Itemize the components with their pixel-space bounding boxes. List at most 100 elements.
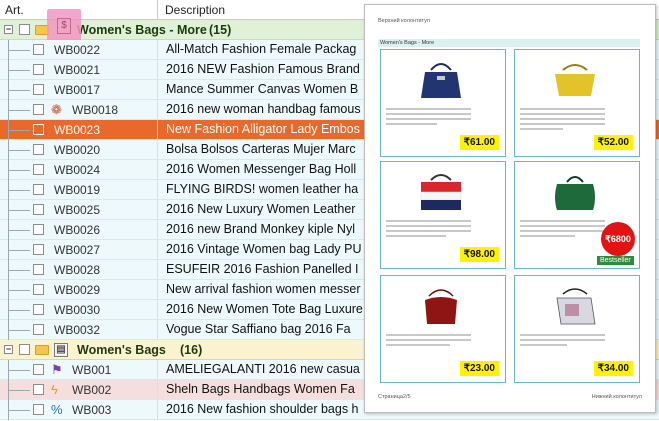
column-separator	[157, 100, 158, 119]
page-footer-right: Нижний колонтитул	[591, 394, 642, 400]
description-cell[interactable]: 2016 New Women Tote Bag Luxure	[166, 302, 363, 316]
tree-branch	[8, 330, 30, 331]
group-count: (16)	[180, 343, 203, 357]
row-checkbox[interactable]	[33, 244, 44, 255]
description-cell[interactable]: AMELIEGALANTI 2016 new casua	[166, 362, 360, 376]
description-cell[interactable]: All-Match Fashion Female Packag	[166, 42, 356, 56]
tree-branch	[8, 250, 30, 251]
collapse-icon[interactable]: −	[4, 345, 13, 354]
article-code: WB0032	[54, 323, 101, 337]
description-cell[interactable]: 2016 new woman handbag famous	[166, 102, 361, 116]
column-separator	[157, 360, 158, 379]
tree-branch	[8, 130, 30, 131]
row-checkbox[interactable]	[33, 184, 44, 195]
tree-branch	[8, 410, 30, 411]
group-checkbox[interactable]	[19, 24, 30, 35]
page-footer-left: Страница2/5	[378, 394, 411, 400]
tree-branch	[8, 150, 30, 151]
column-separator	[157, 300, 158, 319]
article-code: WB0030	[54, 303, 101, 317]
article-code: WB0017	[54, 83, 101, 97]
description-cell[interactable]: Mance Summer Canvas Women B	[166, 82, 358, 96]
description-cell[interactable]: 2016 Vintage Women bag Lady PU	[166, 242, 362, 256]
row-checkbox[interactable]	[33, 264, 44, 275]
description-cell[interactable]: New Fashion Alligator Lady Embos	[166, 122, 360, 136]
price-tag: ₹61.00	[459, 135, 499, 150]
row-checkbox[interactable]	[33, 44, 44, 55]
tree-branch	[8, 310, 30, 311]
description-cell[interactable]: 2016 new Brand Monkey kiple Nyl	[166, 222, 355, 236]
description-cell[interactable]: 2016 NEW Fashion Famous Brand	[166, 62, 360, 76]
tree-branch	[8, 370, 30, 371]
tree-branch	[8, 90, 30, 91]
price-tag: ₹23.00	[459, 361, 499, 376]
tree-branch	[8, 390, 30, 391]
row-checkbox[interactable]	[33, 144, 44, 155]
description-cell[interactable]: FLYING BIRDS! women leather ha	[166, 182, 358, 196]
row-checkbox[interactable]	[33, 304, 44, 315]
product-card: ₹6800 Bestseller	[514, 161, 640, 269]
percent-icon: %	[51, 402, 63, 417]
row-checkbox[interactable]	[33, 204, 44, 215]
group-name: Women's Bags	[77, 343, 166, 357]
article-code: WB001	[72, 363, 112, 377]
column-separator	[157, 140, 158, 159]
row-checkbox[interactable]	[33, 64, 44, 75]
column-header-description[interactable]: Description	[165, 3, 225, 17]
article-code: WB0022	[54, 43, 101, 57]
bag-image	[555, 176, 595, 210]
bestseller-label: Bestseller	[597, 256, 634, 265]
folder-icon	[35, 345, 49, 355]
row-checkbox[interactable]	[33, 164, 44, 175]
group-checkbox[interactable]	[19, 344, 30, 355]
price-tag: ₹98.00	[459, 247, 499, 262]
collapse-icon[interactable]: −	[4, 25, 13, 34]
column-separator	[157, 120, 158, 139]
article-code: WB0025	[54, 203, 101, 217]
row-checkbox[interactable]	[33, 84, 44, 95]
column-separator	[157, 400, 158, 419]
description-cell[interactable]: 2016 New Luxury Women Leather	[166, 202, 355, 216]
row-checkbox[interactable]	[33, 364, 44, 375]
document-icon: ▤	[54, 343, 68, 357]
article-code: WB003	[72, 403, 112, 417]
print-preview-page: Верхний колонтитул Women's Bags - More ₹…	[364, 4, 656, 413]
row-checkbox[interactable]	[33, 224, 44, 235]
column-separator	[157, 240, 158, 259]
column-separator	[157, 380, 158, 399]
row-checkbox[interactable]	[33, 284, 44, 295]
column-separator	[157, 280, 158, 299]
description-cell[interactable]: 2016 Women Messenger Bag Holl	[166, 162, 356, 176]
description-cell[interactable]: 2016 New fashion shoulder bags h	[166, 402, 359, 416]
article-code: WB0018	[72, 103, 119, 117]
page-header: Верхний колонтитул	[378, 18, 430, 24]
award-icon: ❁	[51, 102, 62, 117]
bag-image	[556, 288, 596, 325]
column-separator	[157, 160, 158, 179]
row-checkbox[interactable]	[33, 404, 44, 415]
description-cell[interactable]: Sheln Bags Handbags Women Fa	[166, 382, 355, 396]
description-cell[interactable]: New arrival fashion women messer	[166, 282, 361, 296]
price-tag: ₹52.00	[593, 135, 633, 150]
product-card: ₹52.00	[514, 49, 640, 157]
column-separator	[157, 80, 158, 99]
row-checkbox[interactable]	[33, 104, 44, 115]
article-code: WB0023	[54, 123, 101, 137]
product-card: ₹61.00	[380, 49, 506, 157]
description-cell[interactable]: ESUFEIR 2016 Fashion Panelled I	[166, 262, 358, 276]
tree-branch	[8, 70, 30, 71]
tree-branch	[8, 290, 30, 291]
column-separator[interactable]	[157, 0, 158, 19]
column-separator	[157, 220, 158, 239]
bag-image	[425, 289, 457, 324]
article-code: WB0024	[54, 163, 101, 177]
tree-branch	[8, 210, 30, 211]
column-separator	[157, 320, 158, 339]
description-cell[interactable]: Vogue Star Saffiano bag 2016 Fa	[166, 322, 351, 336]
article-code: WB002	[72, 383, 112, 397]
row-checkbox[interactable]	[33, 324, 44, 335]
row-checkbox[interactable]	[33, 124, 44, 135]
row-checkbox[interactable]	[33, 384, 44, 395]
column-header-art[interactable]: Art.	[5, 3, 24, 17]
description-cell[interactable]: Bolsa Bolsos Carteras Mujer Marc	[166, 142, 356, 156]
